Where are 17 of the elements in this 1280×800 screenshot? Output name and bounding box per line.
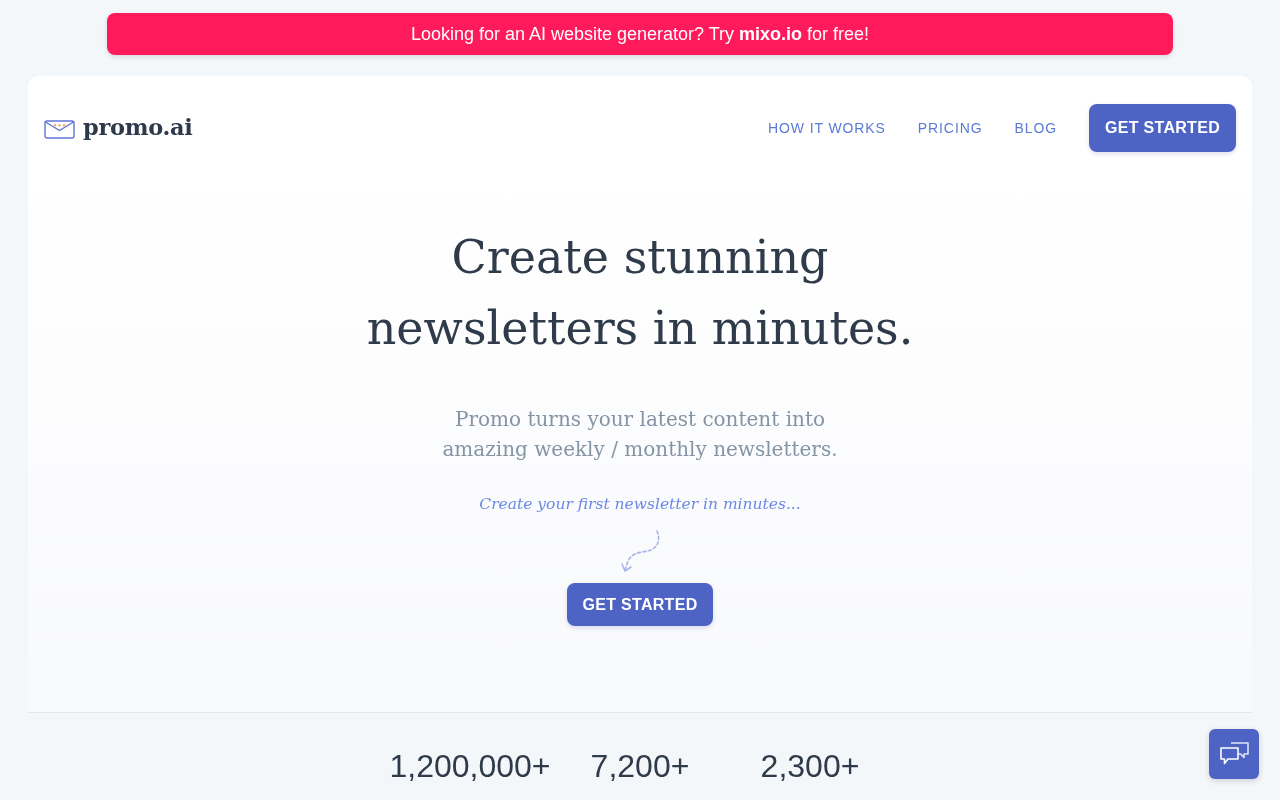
hero-tagline: Create your first newsletter in minutes...: [478, 494, 802, 515]
promo-banner[interactable]: Looking for an AI website generator? Try mixo.io for free!: [107, 13, 1173, 55]
chat-button[interactable]: [1209, 729, 1259, 779]
hero-subtitle: Promo turns your latest content into amazing weekly / monthly newsletters.: [441, 406, 839, 463]
nav-link[interactable]: BLOG: [1014, 117, 1057, 139]
envelope-logo-icon: [44, 117, 75, 139]
stat-value: 1,200,000+: [388, 747, 552, 786]
get-started-button[interactable]: GET STARTED: [1089, 104, 1236, 152]
stat-value: 2,300+: [759, 747, 861, 786]
hero-heading: Create stunning newsletters in minutes.: [365, 229, 915, 357]
logo-text[interactable]: promo.ai: [83, 111, 193, 145]
get-started-button[interactable]: GET STARTED: [567, 583, 713, 627]
nav-link[interactable]: HOW IT WORKS: [767, 117, 886, 139]
nav-link[interactable]: PRICING: [917, 117, 983, 139]
curved-arrow-icon: [621, 529, 661, 575]
stat-value: 7,200+: [589, 747, 691, 786]
speech-bubbles-icon: [1219, 742, 1249, 766]
